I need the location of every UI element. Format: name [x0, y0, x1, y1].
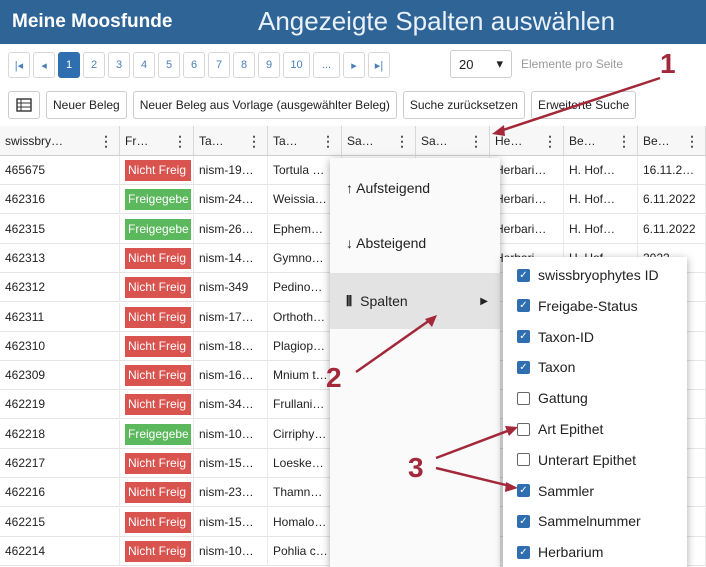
annotation-arrows: [355, 76, 661, 492]
annotation-number: 1: [660, 48, 676, 79]
annotation-number: 2: [326, 362, 342, 393]
annotation-number: 3: [408, 452, 424, 483]
